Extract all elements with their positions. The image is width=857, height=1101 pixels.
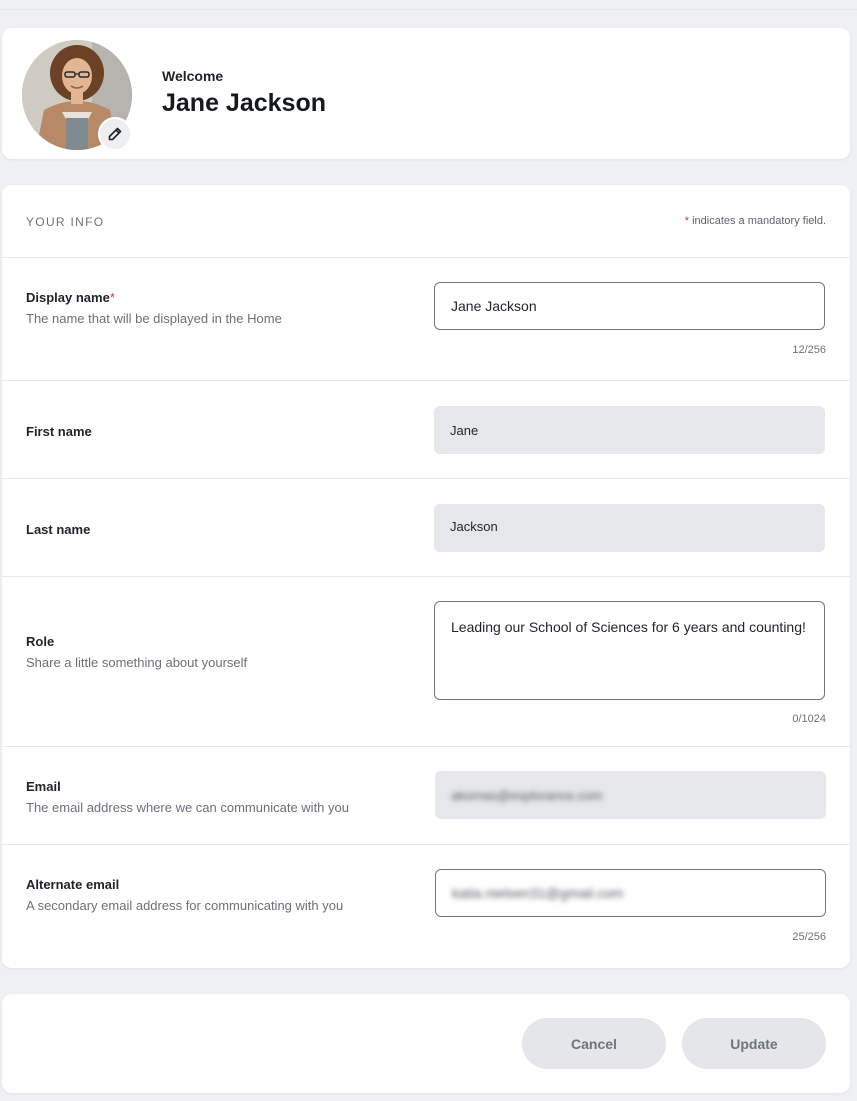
your-info-card: YOUR INFO * indicates a mandatory field.… bbox=[2, 185, 850, 968]
alternate-email-row: Alternate email A secondary email addres… bbox=[2, 845, 850, 967]
last-name-row: Last name Jackson bbox=[2, 479, 850, 577]
role-row: Role Share a little something about your… bbox=[2, 577, 850, 747]
email-field: akornas@explorance.com bbox=[435, 771, 826, 819]
welcome-label: Welcome bbox=[162, 68, 224, 84]
display-name-description: The name that will be displayed in the H… bbox=[26, 311, 282, 326]
alternate-email-value: katia.nielsen31@gmail.com bbox=[452, 885, 624, 901]
display-name-row: Display name* The name that will be disp… bbox=[2, 258, 850, 381]
role-description: Share a little something about yourself bbox=[26, 655, 248, 670]
role-label: Role bbox=[26, 634, 55, 649]
actions-card: Cancel Update bbox=[2, 994, 850, 1093]
alternate-email-counter: 25/256 bbox=[792, 931, 826, 943]
display-name-counter: 12/256 bbox=[792, 344, 826, 356]
role-textarea[interactable]: Leading our School of Sciences for 6 yea… bbox=[434, 601, 825, 700]
first-name-label: First name bbox=[26, 424, 92, 439]
alternate-email-description: A secondary email address for communicat… bbox=[26, 898, 344, 913]
role-value: Leading our School of Sciences for 6 yea… bbox=[451, 619, 806, 635]
profile-header-card: Welcome Jane Jackson bbox=[2, 28, 850, 159]
email-row: Email The email address where we can com… bbox=[2, 747, 850, 845]
display-name-label-text: Display name bbox=[26, 290, 110, 305]
last-name-field: Jackson bbox=[434, 504, 825, 552]
section-title: YOUR INFO bbox=[26, 215, 105, 229]
mandatory-note: * indicates a mandatory field. bbox=[685, 215, 826, 227]
cancel-button[interactable]: Cancel bbox=[522, 1018, 666, 1069]
email-label: Email bbox=[26, 779, 61, 794]
first-name-field: Jane bbox=[434, 406, 825, 454]
first-name-row: First name Jane bbox=[2, 381, 850, 479]
first-name-value: Jane bbox=[450, 422, 479, 438]
last-name-label: Last name bbox=[26, 522, 91, 537]
alternate-email-input[interactable]: katia.nielsen31@gmail.com bbox=[435, 869, 826, 917]
user-name: Jane Jackson bbox=[162, 89, 326, 117]
update-button[interactable]: Update bbox=[682, 1018, 826, 1069]
section-header: YOUR INFO * indicates a mandatory field. bbox=[2, 185, 850, 258]
display-name-input[interactable]: Jane Jackson bbox=[434, 282, 825, 330]
alternate-email-label: Alternate email bbox=[26, 877, 120, 892]
display-name-value: Jane Jackson bbox=[451, 298, 537, 314]
email-value: akornas@explorance.com bbox=[451, 787, 603, 803]
mandatory-note-text: indicates a mandatory field. bbox=[689, 215, 826, 227]
display-name-label: Display name* bbox=[26, 290, 115, 305]
pencil-icon bbox=[108, 127, 122, 141]
email-description: The email address where we can communica… bbox=[26, 800, 349, 815]
edit-avatar-button[interactable] bbox=[98, 117, 132, 151]
avatar-container bbox=[22, 40, 132, 151]
last-name-value: Jackson bbox=[450, 519, 498, 534]
role-counter: 0/1024 bbox=[792, 713, 826, 725]
required-mark: * bbox=[109, 290, 115, 305]
top-divider bbox=[0, 0, 857, 10]
